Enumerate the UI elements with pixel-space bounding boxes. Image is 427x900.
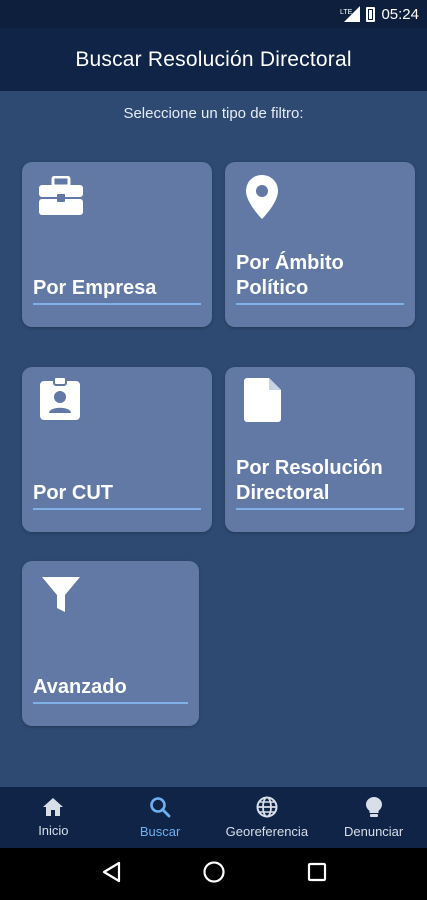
battery-icon <box>366 6 376 22</box>
filter-label-ambito-politico: Por Ámbito Político <box>236 251 404 305</box>
filter-card-empresa[interactable]: Por Empresa <box>22 162 212 327</box>
nav-label-denunciar: Denunciar <box>343 824 404 839</box>
filter-icon <box>41 575 81 620</box>
filter-label-cut: Por CUT <box>33 481 201 510</box>
lte-signal-icon: LTE <box>340 6 361 22</box>
nav-item-buscar[interactable]: Buscar <box>107 787 214 848</box>
filter-label-empresa: Por Empresa <box>33 276 201 305</box>
recents-icon[interactable] <box>307 862 327 887</box>
search-icon <box>149 796 171 821</box>
svg-text:LTE: LTE <box>340 9 353 16</box>
lightbulb-icon <box>365 796 383 821</box>
filter-card-ambito-politico[interactable]: Por Ámbito Político <box>225 162 415 327</box>
app-bar: Buscar Resolución Directoral <box>0 28 427 91</box>
bottom-nav: Inicio Buscar Georeferencia Denunciar <box>0 787 427 848</box>
home-icon <box>42 797 64 820</box>
status-bar: LTE 05:24 <box>0 0 427 28</box>
nav-item-inicio[interactable]: Inicio <box>0 787 107 848</box>
nav-item-georeferencia[interactable]: Georeferencia <box>214 787 321 848</box>
page-title: Buscar Resolución Directoral <box>75 47 352 71</box>
system-nav-bar <box>0 848 427 900</box>
home-circle-icon[interactable] <box>202 860 226 889</box>
map-marker-icon <box>245 174 279 225</box>
nav-item-denunciar[interactable]: Denunciar <box>320 787 427 848</box>
back-icon[interactable] <box>101 861 121 888</box>
filter-label-avanzado: Avanzado <box>33 675 188 704</box>
id-badge-icon <box>39 376 81 426</box>
filter-card-avanzado[interactable]: Avanzado <box>22 561 199 726</box>
filter-prompt: Seleccione un tipo de filtro: <box>123 105 304 122</box>
briefcase-icon <box>38 175 84 221</box>
document-icon <box>244 377 282 428</box>
nav-label-inicio: Inicio <box>38 823 69 838</box>
filter-label-resolucion-directoral: Por Resolución Directoral <box>236 456 404 510</box>
filter-card-cut[interactable]: Por CUT <box>22 367 212 532</box>
nav-label-buscar: Buscar <box>139 824 181 839</box>
nav-label-georeferencia: Georeferencia <box>225 824 309 839</box>
filter-card-resolucion-directoral[interactable]: Por Resolución Directoral <box>225 367 415 532</box>
status-time: 05:24 <box>381 5 419 23</box>
globe-icon <box>256 796 278 821</box>
